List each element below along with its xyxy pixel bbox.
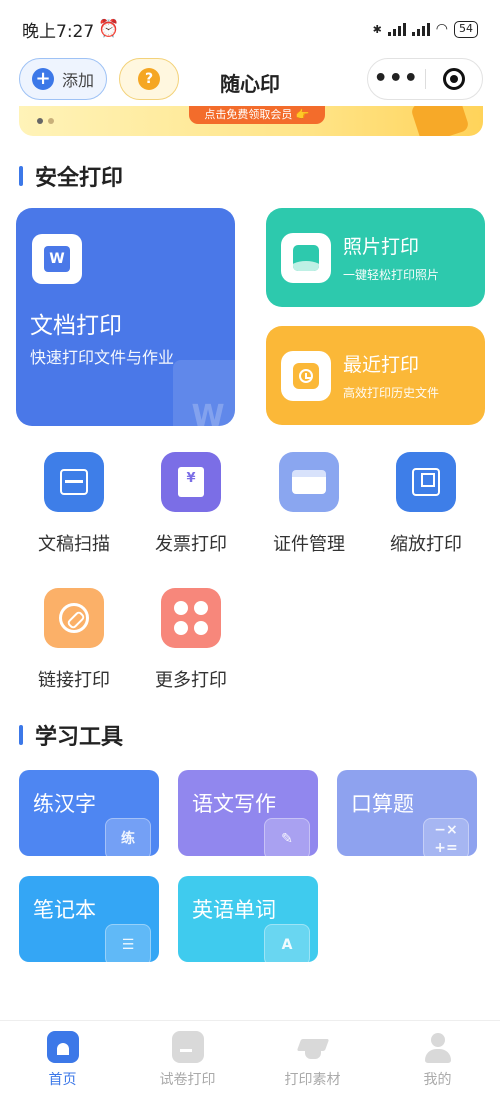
grid-item-more[interactable]: 更多打印: [146, 588, 236, 692]
exam-paper-icon: [171, 1031, 204, 1063]
hanzi-icon: 练: [105, 818, 151, 856]
status-time-group: 晚上7:27 ⏰: [22, 17, 119, 42]
history-icon: [281, 351, 331, 401]
status-time: 晚上7:27: [22, 21, 95, 42]
grid-item-label: 发票打印: [155, 534, 227, 555]
tab-home[interactable]: 首页: [0, 1021, 125, 1097]
bottom-tab-bar: 首页 试卷打印 打印素材 我的: [0, 1020, 500, 1097]
grid-item-label: 缩放打印: [390, 534, 462, 555]
section-title-text: 学习工具: [35, 725, 124, 750]
help-button[interactable]: ?: [119, 58, 179, 100]
more-apps-icon: [161, 588, 221, 648]
section-accent-bar: [19, 725, 23, 745]
graduation-cap-icon: [297, 1031, 329, 1063]
banner-cta[interactable]: 点击免费领取会员 👉: [189, 106, 325, 124]
close-miniapp-button[interactable]: [425, 68, 482, 90]
section-accent-bar: [19, 166, 23, 186]
status-icons: ✱ ◠ 54: [372, 20, 478, 38]
signal-icon-1: [387, 22, 406, 36]
tab-print-materials[interactable]: 打印素材: [250, 1021, 375, 1097]
grid-item-zoom[interactable]: 缩放打印: [381, 452, 471, 556]
section-title-learning: 学习工具: [19, 719, 123, 751]
tab-label: 打印素材: [284, 1072, 341, 1088]
tile-english-words[interactable]: 英语单词 A: [178, 876, 318, 962]
plus-icon: +: [32, 68, 54, 90]
tile-label: 练汉字: [33, 792, 96, 816]
tile-label: 语文写作: [192, 792, 276, 816]
promo-banner[interactable]: 点击免费领取会员 👉: [19, 106, 483, 136]
more-menu-button[interactable]: •••: [368, 58, 425, 100]
tab-label: 我的: [423, 1072, 452, 1088]
question-icon: ?: [138, 68, 160, 90]
photo-print-card[interactable]: 照片打印 一键轻松打印照片: [266, 208, 485, 307]
battery-icon: 54: [454, 20, 478, 38]
photo-print-subtitle: 一键轻松打印照片: [343, 268, 440, 282]
wifi-icon: ◠: [435, 21, 448, 37]
tab-label: 试卷打印: [159, 1072, 216, 1088]
grid-item-label: 文稿扫描: [38, 534, 110, 555]
grid-item-link[interactable]: 链接打印: [29, 588, 119, 692]
banner-pagination: [37, 118, 54, 124]
grid-item-invoice[interactable]: ¥ 发票打印: [146, 452, 236, 556]
signal-icon-2: [411, 22, 430, 36]
tile-chinese-writing[interactable]: 语文写作 ✎: [178, 770, 318, 856]
miniapp-capsule: •••: [367, 58, 483, 100]
section-title-text: 安全打印: [35, 166, 124, 191]
banner-decoration: [410, 106, 470, 136]
recent-print-title: 最近打印: [343, 354, 420, 376]
invoice-icon: ¥: [161, 452, 221, 512]
grid-item-id[interactable]: 证件管理: [264, 452, 354, 556]
add-button-label: 添加: [62, 71, 95, 90]
recent-print-card[interactable]: 最近打印 高效打印历史文件: [266, 326, 485, 425]
tab-label: 首页: [48, 1072, 77, 1088]
photo-print-title: 照片打印: [343, 236, 420, 258]
id-card-icon: [279, 452, 339, 512]
pen-icon: ✎: [264, 818, 310, 856]
bluetooth-icon: ✱: [372, 22, 382, 36]
document-print-title: 文档打印: [30, 313, 122, 339]
home-icon: [46, 1031, 79, 1063]
tab-exam-print[interactable]: 试卷打印: [125, 1021, 250, 1097]
section-title-safe-print: 安全打印: [19, 160, 123, 192]
user-icon: [422, 1031, 454, 1063]
document-print-card[interactable]: W 文档打印 快速打印文件与作业 W: [16, 208, 235, 426]
word-doc-icon: W: [32, 234, 82, 284]
document-print-subtitle: 快速打印文件与作业: [30, 348, 175, 367]
grid-item-label: 更多打印: [155, 670, 227, 691]
notebook-icon: ☰: [105, 924, 151, 962]
tile-practice-hanzi[interactable]: 练汉字 练: [19, 770, 159, 856]
link-icon: [44, 588, 104, 648]
letter-a-icon: A: [264, 924, 310, 962]
scan-icon: [44, 452, 104, 512]
tile-label: 口算题: [351, 792, 414, 816]
status-bar: 晚上7:27 ⏰ ✱ ◠ 54: [0, 0, 500, 58]
photo-icon: [281, 233, 331, 283]
tile-label: 笔记本: [33, 898, 96, 922]
add-button[interactable]: + 添加: [19, 58, 107, 100]
word-watermark-icon: W: [173, 360, 235, 426]
grid-item-label: 链接打印: [38, 670, 110, 691]
alarm-icon: ⏰: [98, 19, 120, 39]
tile-label: 英语单词: [192, 898, 276, 922]
zoom-icon: [396, 452, 456, 512]
nav-bar: + 添加 ? 随心印 •••: [0, 58, 500, 102]
grid-item-scan[interactable]: 文稿扫描: [29, 452, 119, 556]
calculator-icon: −× +=: [423, 818, 469, 856]
tile-notebook[interactable]: 笔记本 ☰: [19, 876, 159, 962]
tile-mental-math[interactable]: 口算题 −× +=: [337, 770, 477, 856]
target-icon: [442, 68, 465, 90]
tab-profile[interactable]: 我的: [375, 1021, 500, 1097]
recent-print-subtitle: 高效打印历史文件: [343, 386, 440, 400]
grid-item-label: 证件管理: [273, 534, 345, 555]
